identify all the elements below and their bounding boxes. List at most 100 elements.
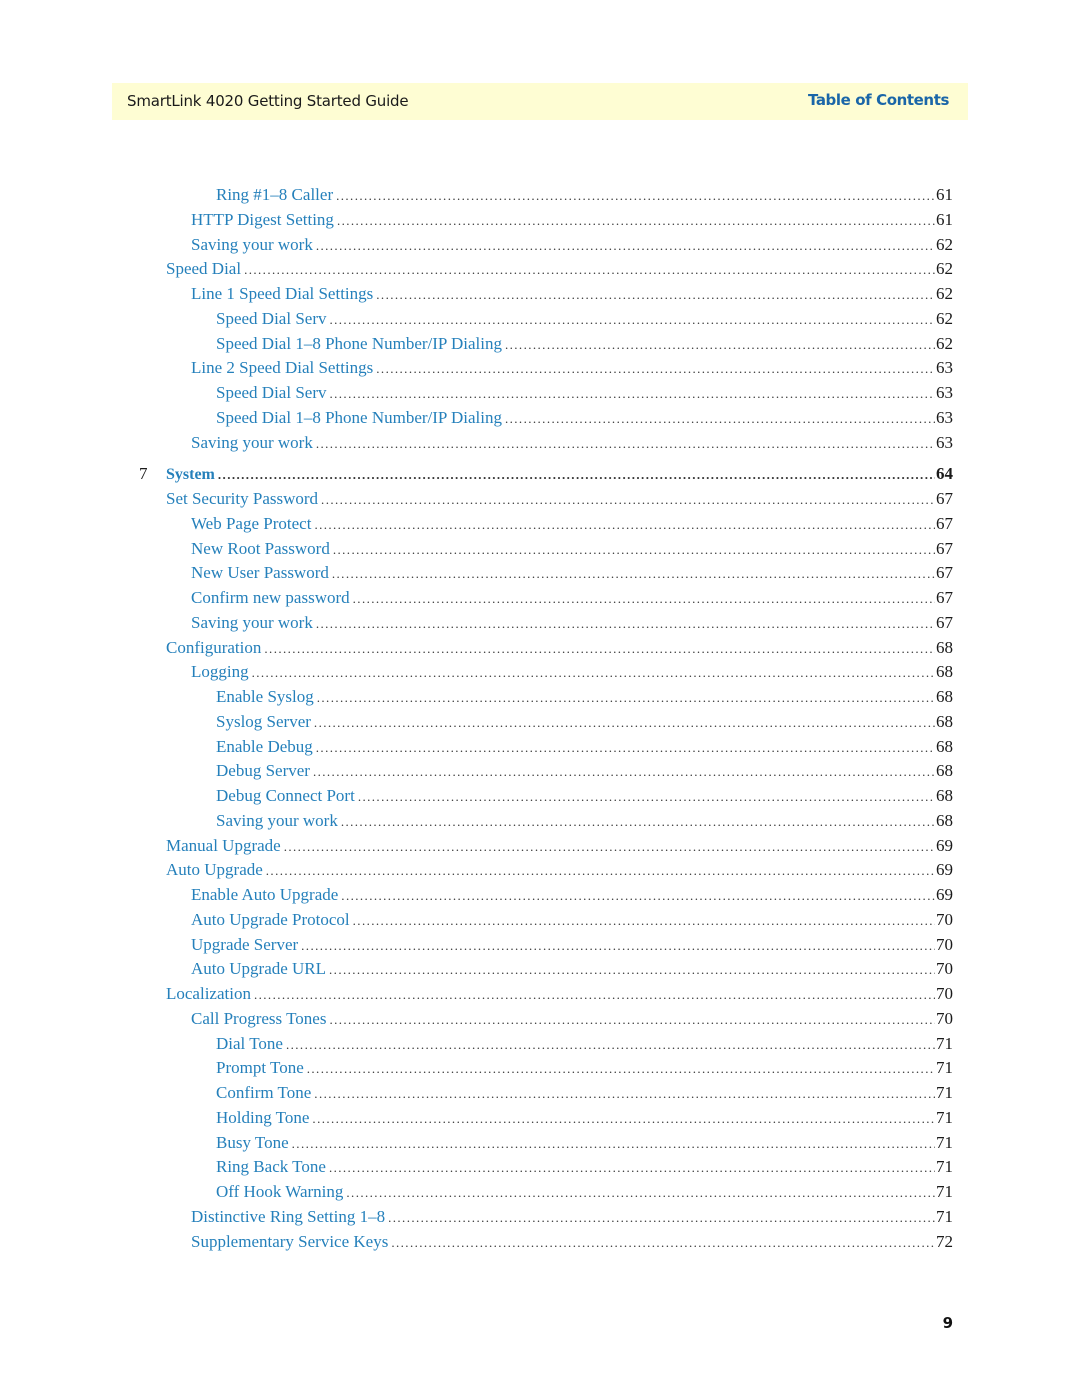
toc-entry-page: 68: [936, 761, 953, 781]
toc-entry-page: 68: [936, 810, 953, 830]
dot-leader: [333, 542, 935, 558]
toc-entry[interactable]: Supplementary Service Keys 72: [191, 1232, 953, 1256]
dot-leader: [316, 436, 935, 452]
toc-entry-page: 63: [936, 432, 953, 452]
toc-entry[interactable]: Saving your work 63: [191, 433, 953, 457]
toc-entry-label: Saving your work: [191, 234, 313, 254]
toc-entry-label: Speed Dial 1–8 Phone Number/IP Dialing: [216, 407, 502, 427]
toc-entry-page: 70: [936, 984, 953, 1003]
toc-entry[interactable]: Speed Dial 1–8 Phone Number/IP Dialing 62: [216, 334, 953, 358]
toc-entry[interactable]: Set Security Password 67: [166, 489, 953, 513]
toc-entry[interactable]: Saving your work 62: [191, 235, 953, 259]
toc-entry[interactable]: Line 2 Speed Dial Settings 63: [191, 358, 953, 382]
toc-entry[interactable]: Dial Tone 71: [216, 1034, 953, 1058]
dot-leader: [388, 1210, 935, 1226]
toc-entry-page: 68: [936, 687, 953, 706]
toc-entry-label: Confirm Tone: [216, 1083, 312, 1102]
toc-entry-page: 67: [936, 513, 953, 533]
toc-entry-label: Auto Upgrade: [166, 860, 263, 880]
dot-leader: [505, 411, 935, 427]
document-title: SmartLink 4020 Getting Started Guide: [127, 92, 409, 110]
toc-entry-page: 71: [936, 1132, 953, 1152]
chapter-number: 7: [139, 464, 148, 484]
toc-entry-page: 67: [936, 538, 953, 558]
toc-entry-page: 70: [936, 909, 953, 929]
toc-entry[interactable]: Distinctive Ring Setting 1–8 71: [191, 1207, 953, 1231]
toc-entry[interactable]: Auto Upgrade URL 70: [191, 959, 953, 983]
toc-entry-label: Speed Dial: [166, 259, 242, 279]
dot-leader: [341, 814, 935, 830]
toc-entry[interactable]: Line 1 Speed Dial Settings 62: [191, 284, 953, 308]
toc-entry[interactable]: Speed Dial Serv 63: [216, 383, 953, 407]
toc-entry[interactable]: Enable Debug 68: [216, 737, 953, 761]
toc-entry[interactable]: Web Page Protect 67: [191, 514, 953, 538]
toc-entry-label: Line 2 Speed Dial Settings: [191, 358, 374, 378]
toc-entry-label: Configuration: [166, 637, 262, 657]
toc-entry-label: Holding Tone: [216, 1107, 310, 1127]
toc-entry[interactable]: Ring Back Tone 71: [216, 1157, 953, 1181]
toc-entry[interactable]: New Root Password 67: [191, 539, 953, 563]
toc-entry[interactable]: Confirm Tone 71: [216, 1083, 953, 1107]
toc-entry-label: Ring #1–8 Caller: [216, 185, 334, 204]
toc-entry-label: Saving your work: [216, 810, 338, 830]
toc-entry[interactable]: Debug Connect Port 68: [216, 786, 953, 810]
dot-leader: [316, 616, 935, 632]
toc-entry-label: Auto Upgrade Protocol: [191, 909, 350, 929]
toc-entry[interactable]: HTTP Digest Setting 61: [191, 210, 953, 234]
toc-entry[interactable]: Configuration 68: [166, 638, 953, 662]
toc-entry[interactable]: Auto Upgrade Protocol 70: [191, 910, 953, 934]
toc-entry[interactable]: Saving your work 67: [191, 613, 953, 637]
toc-entry-label: Speed Dial Serv: [216, 383, 327, 402]
toc-entry[interactable]: Speed Dial 62: [166, 259, 953, 283]
dot-leader: [301, 938, 935, 954]
section-label: Table of Contents: [807, 91, 949, 109]
dot-leader: [292, 1136, 935, 1152]
dot-leader: [316, 740, 935, 756]
toc-entry-page: 70: [936, 959, 953, 979]
toc-entry[interactable]: Localization 70: [166, 984, 953, 1008]
toc-entry[interactable]: Manual Upgrade 69: [166, 836, 953, 860]
dot-leader: [353, 913, 935, 929]
toc-entry[interactable]: Auto Upgrade 69: [166, 860, 953, 884]
toc-entry-label: Set Security Password: [166, 489, 319, 508]
toc-entry[interactable]: Upgrade Server 70: [191, 935, 953, 959]
toc-entry[interactable]: Off Hook Warning 71: [216, 1182, 953, 1206]
toc-entry[interactable]: Saving your work 68: [216, 811, 953, 835]
toc-entry-page: 70: [936, 1008, 953, 1028]
toc-entry[interactable]: Enable Auto Upgrade 69: [191, 885, 953, 909]
toc-entry-page: 61: [936, 209, 953, 229]
toc-entry[interactable]: New User Password 67: [191, 563, 953, 587]
toc-entry[interactable]: Busy Tone 71: [216, 1133, 953, 1157]
toc-entry-page: 67: [936, 588, 953, 607]
dot-leader: [505, 337, 935, 353]
toc-entry[interactable]: Ring #1–8 Caller 61: [216, 185, 953, 209]
toc-entry[interactable]: Holding Tone 71: [216, 1108, 953, 1132]
dot-leader: [337, 213, 935, 229]
toc-entry-page: 69: [936, 885, 953, 904]
dot-leader: [286, 1037, 935, 1053]
toc-entry-label: Speed Dial 1–8 Phone Number/IP Dialing: [216, 333, 502, 353]
toc-entry-label: Logging: [191, 662, 249, 682]
dot-leader: [316, 238, 935, 254]
toc-entry[interactable]: Enable Syslog 68: [216, 687, 953, 711]
dot-leader: [329, 312, 935, 328]
toc-entry-label: Debug Server: [216, 761, 310, 781]
toc-entry-page: 62: [936, 234, 953, 254]
toc-entry[interactable]: Debug Server 68: [216, 761, 953, 785]
toc-entry[interactable]: Syslog Server 68: [216, 712, 953, 736]
toc-entry[interactable]: Confirm new password 67: [191, 588, 953, 612]
toc-entry[interactable]: Speed Dial Serv 62: [216, 309, 953, 333]
dot-leader: [341, 888, 935, 904]
toc-entry-label: Localization: [166, 984, 251, 1003]
toc-entry-label: Distinctive Ring Setting 1–8: [191, 1206, 386, 1226]
toc-entry[interactable]: Call Progress Tones 70: [191, 1009, 953, 1033]
toc-entry[interactable]: Prompt Tone 71: [216, 1058, 953, 1082]
toc-entry[interactable]: Logging 68: [191, 662, 953, 686]
toc-entry-page: 62: [936, 284, 953, 303]
toc-entry-page: 71: [936, 1083, 953, 1102]
page-number: 9: [942, 1314, 953, 1332]
toc-entry-page: 68: [936, 637, 953, 657]
toc-entry-page: 69: [936, 835, 953, 855]
toc-entry[interactable]: Speed Dial 1–8 Phone Number/IP Dialing 63: [216, 408, 953, 432]
toc-chapter-entry[interactable]: System 64: [166, 464, 953, 488]
